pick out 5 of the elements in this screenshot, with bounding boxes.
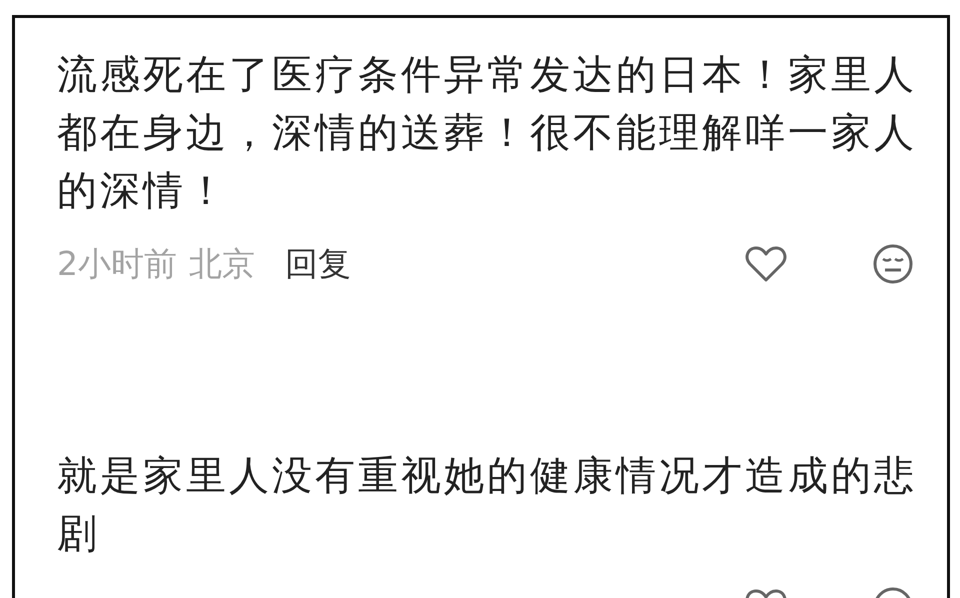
comment-text: 流感死在了医疗条件异常发达的日本！家里人都在身边，深情的送葬！很不能理解咩一家人的深情！ <box>57 51 918 216</box>
reply-link[interactable]: 回复 <box>285 242 351 286</box>
comment-time: 2小时前 <box>57 242 177 284</box>
comment-text: 就是家里人没有重视她的健康情况才造成的悲剧 <box>57 452 918 559</box>
comment-location: 北京 <box>189 242 255 284</box>
